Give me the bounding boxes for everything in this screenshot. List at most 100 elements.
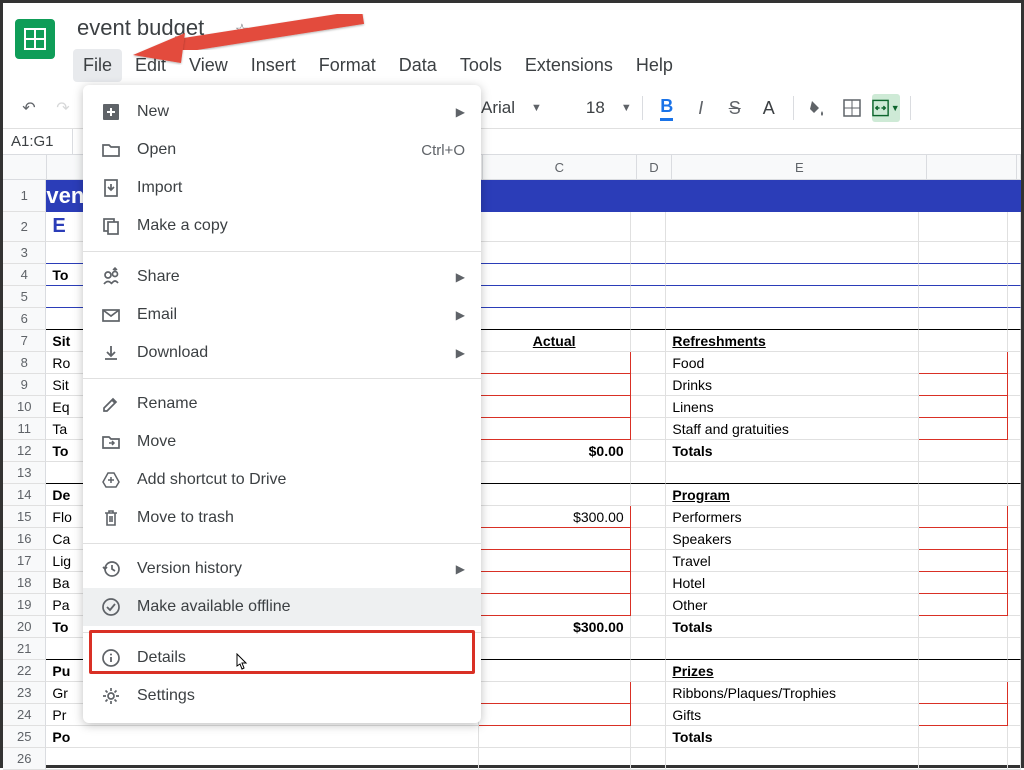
cell[interactable]: Totals bbox=[666, 726, 919, 748]
cell[interactable] bbox=[1008, 572, 1021, 594]
cell[interactable] bbox=[631, 748, 667, 770]
cell[interactable] bbox=[479, 180, 631, 212]
cell[interactable]: Hotel bbox=[666, 572, 919, 594]
cell[interactable] bbox=[919, 308, 1008, 330]
cell[interactable]: Drinks bbox=[666, 374, 919, 396]
col-header[interactable] bbox=[927, 155, 1017, 179]
cell[interactable] bbox=[631, 330, 667, 352]
cell[interactable] bbox=[479, 374, 631, 396]
cell[interactable]: Performers bbox=[666, 506, 919, 528]
cell[interactable] bbox=[919, 484, 1008, 506]
cell[interactable] bbox=[919, 682, 1008, 704]
row-header[interactable]: 2 bbox=[3, 212, 46, 242]
cell[interactable] bbox=[1008, 528, 1021, 550]
cell[interactable] bbox=[479, 286, 631, 308]
row-header[interactable]: 8 bbox=[3, 352, 46, 374]
cell[interactable] bbox=[631, 264, 667, 286]
row-header[interactable]: 10 bbox=[3, 396, 46, 418]
cell[interactable] bbox=[631, 242, 667, 264]
cell[interactable] bbox=[631, 484, 667, 506]
cell[interactable] bbox=[1008, 748, 1021, 770]
cell[interactable]: Program bbox=[666, 484, 919, 506]
cell[interactable]: Prizes bbox=[666, 660, 919, 682]
cell[interactable] bbox=[1008, 550, 1021, 572]
menu-view[interactable]: View bbox=[179, 49, 238, 82]
cell[interactable] bbox=[631, 704, 667, 726]
borders-button[interactable] bbox=[838, 94, 866, 122]
merge-cells-button[interactable]: ▼ bbox=[872, 94, 900, 122]
cell[interactable]: Actual bbox=[479, 330, 631, 352]
cell[interactable] bbox=[479, 638, 631, 660]
menu-file[interactable]: File bbox=[73, 49, 122, 82]
sheets-logo[interactable] bbox=[15, 19, 55, 59]
cell[interactable] bbox=[479, 212, 631, 242]
cell[interactable] bbox=[1008, 418, 1021, 440]
menu-item-details[interactable]: Details bbox=[83, 639, 481, 677]
cell[interactable] bbox=[479, 528, 631, 550]
menu-item-open[interactable]: OpenCtrl+O bbox=[83, 131, 481, 169]
cell[interactable]: Totals bbox=[666, 440, 919, 462]
cell[interactable] bbox=[919, 616, 1008, 638]
cell[interactable] bbox=[479, 242, 631, 264]
menu-item-add-shortcut-to-drive[interactable]: Add shortcut to Drive bbox=[83, 461, 481, 499]
row-header[interactable]: 16 bbox=[3, 528, 46, 550]
cell[interactable] bbox=[666, 462, 919, 484]
col-header[interactable]: C bbox=[483, 155, 636, 179]
cell[interactable] bbox=[1008, 352, 1021, 374]
row-header[interactable]: 19 bbox=[3, 594, 46, 616]
row-header[interactable]: 18 bbox=[3, 572, 46, 594]
cell[interactable]: $0.00 bbox=[479, 440, 631, 462]
cell[interactable] bbox=[631, 550, 667, 572]
row-header[interactable]: 23 bbox=[3, 682, 46, 704]
cell[interactable] bbox=[479, 726, 631, 748]
cell[interactable] bbox=[631, 462, 667, 484]
menu-extensions[interactable]: Extensions bbox=[515, 49, 623, 82]
menu-data[interactable]: Data bbox=[389, 49, 447, 82]
cell[interactable] bbox=[666, 308, 919, 330]
cell[interactable] bbox=[666, 264, 919, 286]
cell[interactable] bbox=[479, 418, 631, 440]
cell[interactable]: $300.00 bbox=[479, 616, 631, 638]
menu-item-move[interactable]: Move bbox=[83, 423, 481, 461]
row-header[interactable]: 13 bbox=[3, 462, 46, 484]
row-header[interactable]: 5 bbox=[3, 286, 46, 308]
cell[interactable]: Refreshments bbox=[666, 330, 919, 352]
cell[interactable] bbox=[1008, 212, 1021, 242]
cell[interactable] bbox=[1008, 506, 1021, 528]
cell[interactable] bbox=[919, 528, 1008, 550]
cell[interactable] bbox=[479, 594, 631, 616]
cell[interactable] bbox=[479, 462, 631, 484]
cell[interactable] bbox=[1008, 286, 1021, 308]
cell[interactable] bbox=[919, 726, 1008, 748]
cell[interactable] bbox=[1008, 704, 1021, 726]
row-header[interactable]: 14 bbox=[3, 484, 46, 506]
star-icon[interactable]: ☆ bbox=[235, 20, 249, 40]
cell[interactable] bbox=[1008, 638, 1021, 660]
cell[interactable] bbox=[919, 264, 1008, 286]
row-header[interactable]: 17 bbox=[3, 550, 46, 572]
cell[interactable]: Totals bbox=[666, 616, 919, 638]
cell[interactable] bbox=[479, 704, 631, 726]
row-header[interactable]: 20 bbox=[3, 616, 46, 638]
cell[interactable] bbox=[1008, 330, 1021, 352]
row-header[interactable]: 12 bbox=[3, 440, 46, 462]
cell[interactable] bbox=[666, 748, 919, 770]
cell[interactable] bbox=[919, 506, 1008, 528]
menu-item-download[interactable]: Download▶ bbox=[83, 334, 481, 372]
cell[interactable] bbox=[1008, 308, 1021, 330]
cell[interactable] bbox=[631, 660, 667, 682]
cell[interactable] bbox=[46, 748, 478, 770]
cell[interactable] bbox=[666, 286, 919, 308]
cell[interactable]: $300.00 bbox=[479, 506, 631, 528]
cell[interactable] bbox=[479, 748, 631, 770]
redo-button[interactable]: ↷ bbox=[49, 94, 77, 122]
cell[interactable] bbox=[1008, 396, 1021, 418]
cell[interactable] bbox=[631, 212, 667, 242]
cell[interactable] bbox=[631, 374, 667, 396]
row-header[interactable]: 22 bbox=[3, 660, 46, 682]
cell[interactable] bbox=[919, 286, 1008, 308]
cell[interactable] bbox=[631, 352, 667, 374]
cell[interactable] bbox=[631, 682, 667, 704]
cell[interactable] bbox=[631, 308, 667, 330]
row-header[interactable]: 3 bbox=[3, 242, 46, 264]
